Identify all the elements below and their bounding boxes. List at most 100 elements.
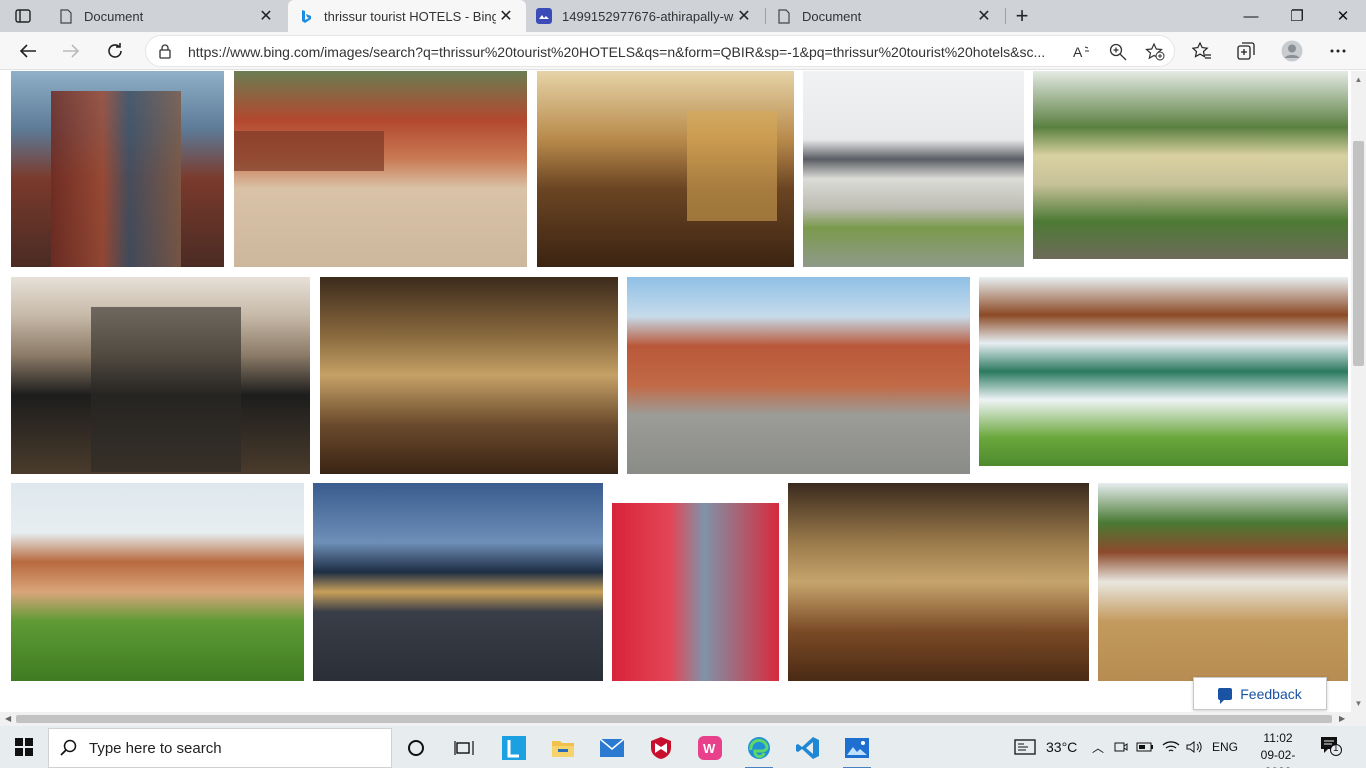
wifi-icon[interactable] [1162,740,1180,754]
minimize-button[interactable]: — [1228,0,1274,32]
scroll-thumb[interactable] [16,715,1332,723]
tab-divider [1005,8,1006,24]
taskbar-vscode[interactable] [784,730,832,766]
scroll-left-icon[interactable]: ◀ [5,714,11,723]
add-favorite-icon[interactable] [1144,41,1166,63]
taskbar-photos[interactable] [833,730,881,768]
taskbar-app-l[interactable] [490,730,538,766]
url-text[interactable]: https://www.bing.com/images/search?q=thr… [188,44,1068,60]
folder-icon [552,741,574,757]
horizontal-scrollbar[interactable]: ◀ ▶ [0,712,1351,726]
document-icon [776,8,792,24]
scroll-up-icon[interactable]: ▲ [1354,75,1363,84]
scrollbar-corner [1351,712,1366,726]
scroll-thumb[interactable] [1353,141,1364,366]
close-tab-icon[interactable]: ✕ [496,6,516,26]
cortana-icon [408,740,424,756]
show-hidden-icons-button[interactable]: ︿ [1092,726,1104,768]
battery-icon[interactable] [1136,740,1154,754]
clock[interactable]: 11:02 09-02-2022 [1252,730,1304,768]
cortana-button[interactable] [392,730,440,766]
image-result[interactable] [1098,483,1348,681]
tab-athirapally-image[interactable]: 1499152977676-athirapally-wate ✕ [526,0,764,32]
image-result[interactable] [234,71,527,267]
image-result[interactable] [320,277,618,474]
refresh-icon [108,43,122,58]
svg-text:W: W [703,741,716,756]
collections-button[interactable] [1231,36,1261,66]
image-result[interactable] [1033,71,1348,259]
more-icon [1330,49,1346,53]
image-result[interactable] [537,71,794,267]
vertical-scrollbar[interactable]: ▲ ▼ [1351,71,1366,712]
feedback-button[interactable]: Feedback [1193,677,1327,710]
settings-more-button[interactable] [1323,36,1353,66]
lock-icon[interactable] [158,43,174,61]
arrow-left-icon [19,44,36,58]
navigation-bar: https://www.bing.com/images/search?q=thr… [0,32,1366,70]
profile-button[interactable] [1277,36,1307,66]
tab-title: Document [802,8,862,24]
mail-icon [600,739,624,757]
image-result[interactable] [803,71,1024,267]
document-icon [58,8,74,24]
close-window-button[interactable]: ✕ [1320,0,1366,32]
chat-bubble-icon [1218,687,1233,704]
image-result[interactable] [788,483,1089,681]
image-result[interactable] [11,483,304,681]
weather-widget[interactable]: 33°C [1014,726,1077,768]
clock-date: 09-02-2022 [1260,748,1296,768]
refresh-button[interactable] [100,36,130,66]
close-tab-icon[interactable]: ✕ [256,6,276,26]
mcafee-shield-icon [651,737,671,759]
system-tray-icons[interactable] [1114,726,1204,768]
favorites-icon [1192,42,1211,59]
task-view-button[interactable] [440,730,488,766]
favorites-button[interactable] [1187,36,1217,66]
tab-actions-icon[interactable] [6,4,40,28]
image-results-grid [0,71,1351,712]
vscode-icon [796,737,819,759]
read-aloud-icon[interactable]: A [1071,41,1093,63]
taskbar-mail[interactable] [588,730,636,766]
taskbar-mcafee[interactable] [637,730,685,766]
image-result[interactable] [313,483,603,681]
notification-count: 1 [1333,743,1339,754]
clock-time: 11:02 [1263,731,1293,745]
tab-document-2[interactable]: Document ✕ [766,0,1004,32]
start-button[interactable] [0,726,48,768]
taskbar-edge[interactable] [735,730,783,768]
image-result[interactable] [627,277,970,474]
arrow-right-icon [63,44,80,58]
image-result[interactable] [11,71,224,267]
image-viewer-icon [536,8,552,24]
scroll-down-icon[interactable]: ▼ [1354,699,1363,708]
tab-bing-images[interactable]: thrissur tourist HOTELS - Bing im ✕ [288,0,526,32]
windows-logo-icon [15,738,33,756]
scroll-right-icon[interactable]: ▶ [1339,714,1345,723]
new-tab-button[interactable]: + [1008,2,1036,30]
close-tab-icon[interactable]: ✕ [974,6,994,26]
image-result[interactable] [612,483,779,681]
chevron-up-icon: ︿ [1092,740,1105,755]
tab-document-1[interactable]: Document ✕ [48,0,286,32]
close-tab-icon[interactable]: ✕ [734,6,754,26]
notification-center-button[interactable]: 1 [1320,736,1346,758]
weather-icon [1014,739,1036,755]
language-label: ENG [1212,740,1239,754]
forward-button[interactable] [56,36,86,66]
meet-now-icon[interactable] [1114,740,1128,754]
volume-icon[interactable] [1186,740,1204,754]
input-language[interactable]: ENG [1212,726,1238,768]
search-placeholder: Type here to search [89,739,222,757]
image-result[interactable] [979,277,1348,466]
taskbar-search-box[interactable]: Type here to search [48,728,392,768]
zoom-icon[interactable] [1107,41,1129,63]
restore-button[interactable]: ❐ [1274,0,1320,32]
address-bar[interactable]: https://www.bing.com/images/search?q=thr… [145,35,1175,67]
taskbar-file-explorer[interactable] [539,730,587,766]
back-button[interactable] [13,36,43,66]
collections-icon [1237,42,1255,60]
taskbar-wps[interactable]: W [686,730,734,766]
image-result[interactable] [11,277,310,474]
